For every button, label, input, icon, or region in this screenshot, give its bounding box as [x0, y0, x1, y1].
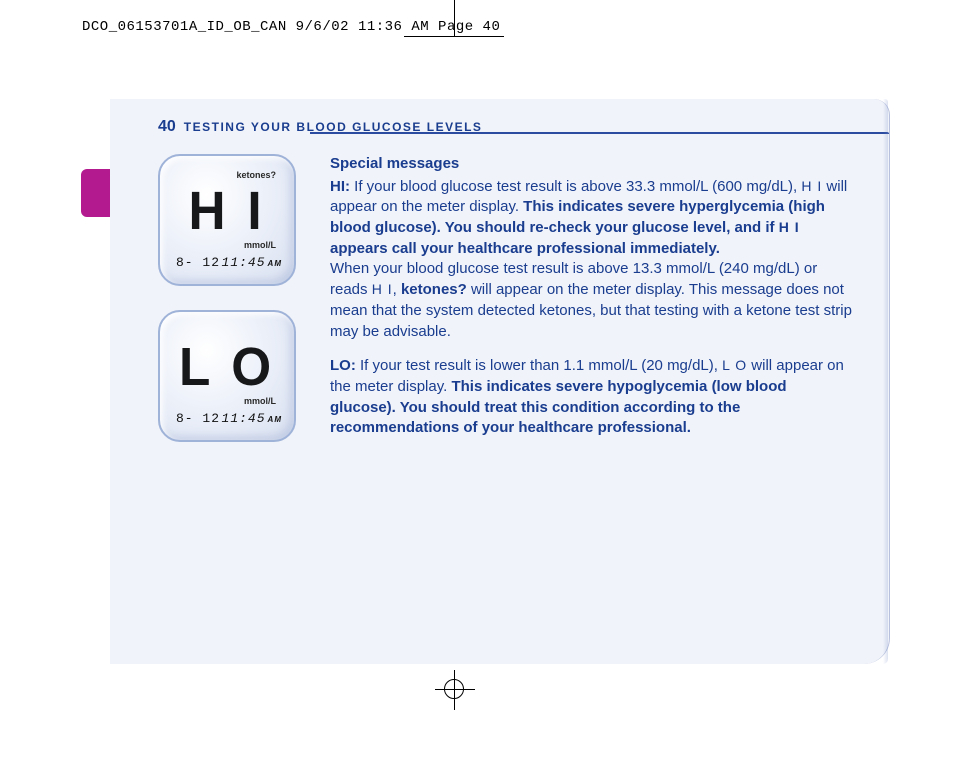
page-number: 40 — [158, 118, 176, 136]
lo-text-1a: If your test result is lower than 1.1 mm… — [356, 357, 722, 374]
hi-segment-icon-3: H I — [372, 280, 393, 299]
hi-bold-2: appears call your healthcare professiona… — [330, 240, 720, 257]
ketones-word: ketones? — [401, 281, 467, 298]
registration-mark-bottom — [435, 670, 475, 710]
meter-lo-ampm: AM — [268, 415, 282, 424]
meter-hi-unit: mmol/L — [244, 240, 276, 250]
page-header: 40 TESTING YOUR BLOOD GLUCOSE LEVELS — [110, 99, 889, 136]
page-body: 40 TESTING YOUR BLOOD GLUCOSE LEVELS ket… — [110, 99, 890, 664]
lo-paragraph: LO: If your test result is lower than 1.… — [330, 356, 854, 439]
crop-mark-top-v — [454, 0, 455, 36]
meter-hi: ketones? H I mmol/L 8- 12 11:45 AM — [158, 154, 296, 286]
meter-hi-date: 8- 12 — [176, 255, 220, 270]
meter-lo-date: 8- 12 — [176, 411, 220, 426]
print-slug: DCO_06153701A_ID_OB_CAN 9/6/02 11:36 AM … — [82, 19, 500, 35]
meter-lo-time: 11:45 — [222, 411, 266, 426]
special-messages-heading: Special messages — [330, 154, 854, 175]
lo-label: LO: — [330, 357, 356, 374]
meter-illustrations: ketones? H I mmol/L 8- 12 11:45 AM L O — [158, 154, 298, 453]
meter-lo: L O mmol/L 8- 12 11:45 AM — [158, 310, 296, 442]
meter-lo-unit: mmol/L — [244, 396, 276, 406]
hi-text-1a: If your blood glucose test result is abo… — [350, 178, 801, 195]
meter-hi-ampm: AM — [268, 259, 282, 268]
hi-label: HI: — [330, 178, 350, 195]
hi-paragraph-1: HI: If your blood glucose test result is… — [330, 177, 854, 343]
crop-mark-top-h — [404, 36, 504, 37]
hi-text-2b: , — [393, 281, 401, 298]
hi-segment-icon-1: H I — [801, 177, 822, 196]
meter-lo-reading: L O — [175, 336, 280, 398]
meter-hi-ketones-label: ketones? — [236, 170, 276, 180]
section-tab — [81, 169, 110, 217]
body-text: Special messages HI: If your blood gluco… — [330, 154, 854, 453]
lo-segment-icon: L O — [722, 356, 747, 375]
meter-hi-reading: H I — [175, 180, 280, 242]
hi-segment-icon-2: H I — [779, 218, 800, 237]
meter-hi-time: 11:45 — [222, 255, 266, 270]
header-rule — [310, 132, 889, 134]
